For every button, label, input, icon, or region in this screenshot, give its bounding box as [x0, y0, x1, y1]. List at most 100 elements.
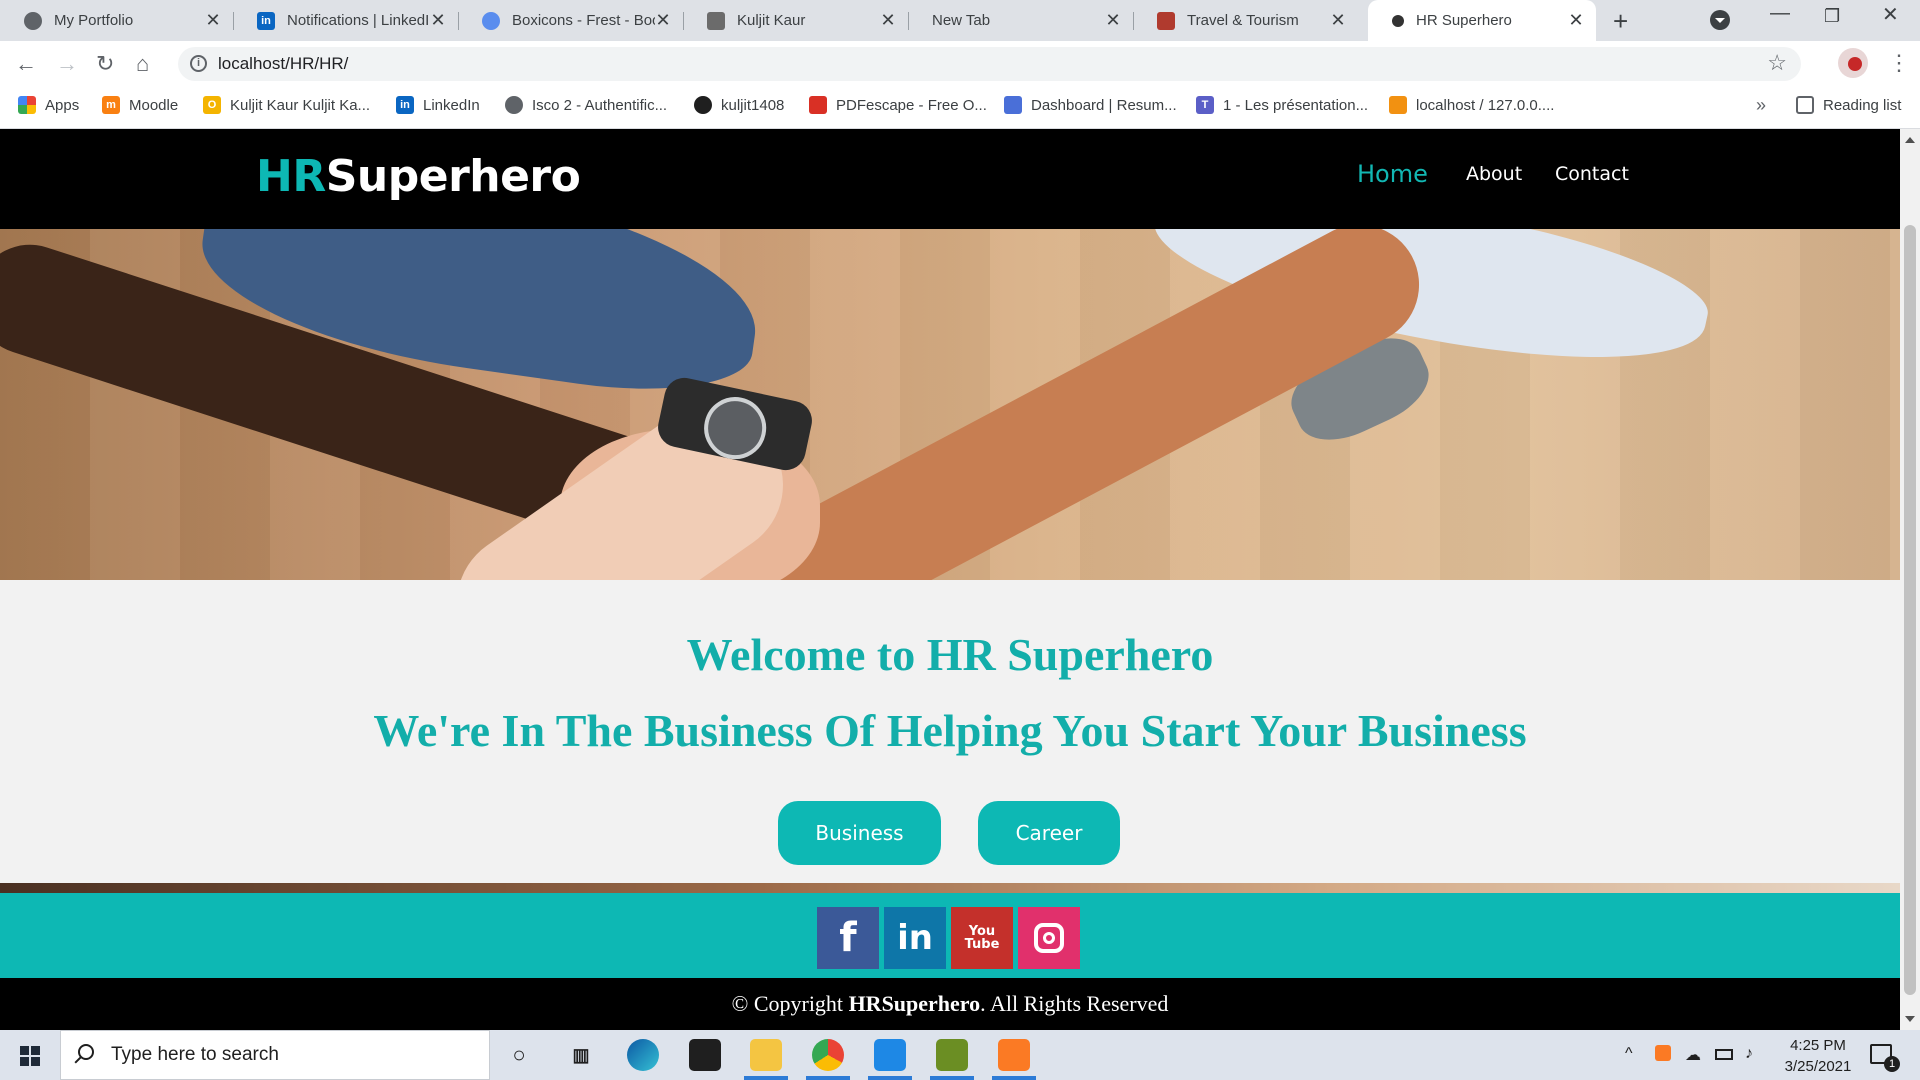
tab-search-icon[interactable]: [1710, 10, 1730, 30]
cortana-icon[interactable]: ○: [503, 1039, 535, 1071]
page-scrollbar[interactable]: [1900, 129, 1920, 1030]
windows-start-icon[interactable]: [20, 1046, 40, 1066]
scrollbar-thumb[interactable]: [1904, 225, 1916, 995]
close-icon[interactable]: ✕: [880, 10, 896, 31]
show-hidden-icons-icon[interactable]: ^: [1625, 1045, 1633, 1063]
copyright-footer: © Copyright HRSuperhero. All Rights Rese…: [0, 978, 1900, 1030]
travel-icon: [1157, 11, 1175, 30]
file-explorer-icon[interactable]: [750, 1039, 782, 1071]
business-button[interactable]: Business: [778, 801, 941, 865]
browser-menu-icon[interactable]: ⋮: [1888, 50, 1910, 76]
bookmark-phpmyadmin[interactable]: localhost / 127.0.0....: [1389, 96, 1554, 114]
page-viewport: HRSuperhero Home About Contact Welcome t…: [0, 129, 1900, 1030]
site-info-icon[interactable]: i: [190, 55, 207, 72]
vscode-icon[interactable]: [874, 1039, 906, 1071]
bookmark-label: PDFescape - Free O...: [836, 96, 987, 114]
taskbar-search-input[interactable]: Type here to search: [60, 1030, 490, 1080]
address-bar[interactable]: i localhost/HR/HR/ ☆: [178, 47, 1801, 81]
nav-contact[interactable]: Contact: [1555, 163, 1629, 185]
nav-about[interactable]: About: [1466, 163, 1522, 185]
welcome-title: Welcome to HR Superhero: [686, 629, 1214, 680]
bookmark-dashboard[interactable]: Dashboard | Resum...: [1004, 96, 1177, 114]
bookmark-teams[interactable]: T 1 - Les présentation...: [1196, 96, 1368, 114]
restore-icon[interactable]: ❐: [1824, 6, 1840, 27]
tab-boxicons[interactable]: Boxicons - Frest - Boo ✕: [458, 0, 683, 41]
instagram-icon[interactable]: [1018, 907, 1080, 969]
hr-superhero-icon: [1392, 14, 1404, 27]
bookmark-github[interactable]: kuljit1408: [694, 96, 784, 114]
youtube-icon[interactable]: You Tube: [951, 907, 1013, 969]
tab-title: Boxicons - Frest - Boo: [512, 12, 655, 29]
store-icon[interactable]: [689, 1039, 721, 1071]
scroll-down-arrow-icon[interactable]: [1905, 1016, 1915, 1027]
more-bookmarks-icon[interactable]: »: [1756, 95, 1766, 116]
taskbar-clock[interactable]: 4:25 PM 3/25/2021: [1773, 1035, 1863, 1077]
bookmark-moodle[interactable]: m Moodle: [102, 96, 178, 114]
xampp-tray-icon[interactable]: [1655, 1045, 1671, 1061]
onedrive-icon[interactable]: ☁: [1685, 1045, 1701, 1065]
tab-my-portfolio[interactable]: My Portfolio ✕: [0, 0, 233, 41]
active-indicator: [744, 1076, 788, 1080]
career-button[interactable]: Career: [978, 801, 1120, 865]
map-icon: [707, 11, 725, 30]
linkedin-icon[interactable]: in: [884, 907, 946, 969]
bookmark-isco[interactable]: Isco 2 - Authentific...: [505, 96, 667, 114]
edge-icon[interactable]: [627, 1039, 659, 1071]
active-indicator: [930, 1076, 974, 1080]
notification-center-icon[interactable]: [1870, 1044, 1900, 1072]
bookmark-label: Dashboard | Resum...: [1031, 96, 1177, 114]
url-text: localhost/HR/HR/: [218, 54, 349, 73]
close-icon[interactable]: ✕: [1568, 10, 1584, 31]
globe-icon: [24, 11, 42, 30]
tab-travel-tourism[interactable]: Travel & Tourism ✕: [1133, 0, 1358, 41]
volume-icon[interactable]: ♪: [1745, 1045, 1753, 1063]
forward-icon[interactable]: →: [56, 51, 78, 77]
close-icon[interactable]: ✕: [655, 10, 671, 31]
site-logo[interactable]: HRSuperhero: [256, 151, 581, 202]
window-close-icon[interactable]: ✕: [1882, 2, 1899, 27]
moodle-icon: m: [102, 96, 120, 114]
apps-grid-icon: [18, 96, 36, 114]
bookmark-apps[interactable]: Apps: [18, 96, 79, 114]
tab-title: Travel & Tourism: [1187, 12, 1299, 29]
document-icon: [1004, 96, 1022, 114]
back-icon[interactable]: ←: [15, 51, 37, 77]
bookmark-kuljit[interactable]: O Kuljit Kaur Kuljit Ka...: [203, 96, 370, 114]
bookmark-star-icon[interactable]: ☆: [1767, 50, 1787, 76]
minimize-icon[interactable]: —: [1770, 2, 1790, 25]
close-icon[interactable]: ✕: [205, 10, 221, 31]
reading-list-button[interactable]: Reading list: [1796, 96, 1901, 114]
tab-title: Notifications | LinkedIn: [287, 12, 430, 29]
kuljit-icon: O: [203, 96, 221, 114]
battery-icon[interactable]: [1715, 1049, 1733, 1060]
close-icon[interactable]: ✕: [1330, 10, 1346, 31]
reload-icon[interactable]: ↻: [96, 51, 114, 77]
tab-kuljit-kaur[interactable]: Kuljit Kaur ✕: [683, 0, 908, 41]
profile-avatar[interactable]: [1838, 48, 1868, 78]
nav-home[interactable]: Home: [1357, 160, 1428, 188]
tab-linkedin[interactable]: in Notifications | LinkedIn ✕: [233, 0, 458, 41]
bookmark-label: 1 - Les présentation...: [1223, 96, 1369, 114]
close-icon[interactable]: ✕: [1105, 10, 1121, 31]
close-icon[interactable]: ✕: [430, 10, 446, 31]
bookmark-label: LinkedIn: [423, 96, 480, 114]
copyright-prefix: © Copyright: [731, 991, 849, 1016]
chrome-icon[interactable]: [812, 1039, 844, 1071]
social-links-bar: f in You Tube: [0, 893, 1900, 978]
scroll-up-arrow-icon[interactable]: [1905, 132, 1915, 143]
tab-title: My Portfolio: [54, 12, 134, 29]
xampp-icon[interactable]: [998, 1039, 1030, 1071]
hero-image-team-hands: [0, 229, 1900, 580]
new-tab-button[interactable]: +: [1613, 6, 1628, 37]
task-view-icon[interactable]: ▥: [565, 1039, 597, 1071]
tab-new-tab[interactable]: New Tab ✕: [908, 0, 1133, 41]
home-icon[interactable]: ⌂: [136, 51, 149, 77]
image-app-icon[interactable]: [936, 1039, 968, 1071]
tab-title: Kuljit Kaur: [737, 12, 806, 29]
tab-hr-superhero[interactable]: HR Superhero ✕: [1368, 0, 1596, 41]
facebook-icon[interactable]: f: [817, 907, 879, 969]
bookmark-linkedin[interactable]: in LinkedIn: [396, 96, 480, 114]
bookmark-pdfescape[interactable]: PDFescape - Free O...: [809, 96, 987, 114]
bookmark-label: localhost / 127.0.0....: [1416, 96, 1555, 114]
logo-hr: HR: [256, 151, 326, 202]
